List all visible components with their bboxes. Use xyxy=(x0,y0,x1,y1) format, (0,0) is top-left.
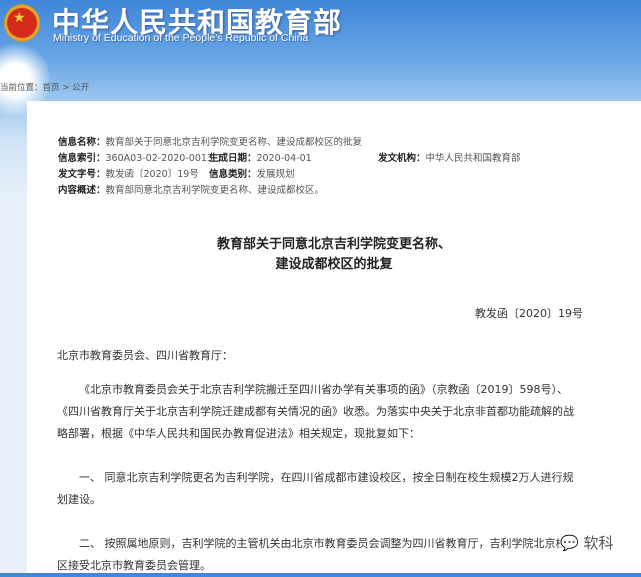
meta-label: 发文字号： xyxy=(58,169,106,180)
meta-docno: 教发函〔2020〕19号 xyxy=(105,169,199,180)
breadcrumb-current[interactable]: 公开 xyxy=(72,83,89,93)
paragraph: 《北京市教育委员会关于北京吉利学院搬迁至四川省办学有关事项的函》（京教函〔201… xyxy=(57,383,574,440)
meta-org: 中华人民共和国教育部 xyxy=(425,153,521,164)
document-title: 教育部关于同意北京吉利学院变更名称、 建设成都校区的批复 xyxy=(27,235,641,275)
paragraph: 二、 按照属地原则，吉利学院的主管机关由北京市教育委员会调整为四川省教育厅，吉利… xyxy=(57,537,567,572)
site-subtitle: Ministry of Education of the People's Re… xyxy=(53,32,309,44)
title-line: 建设成都校区的批复 xyxy=(275,257,393,272)
addressee: 北京市教育委员会、四川省教育厅： xyxy=(57,349,233,362)
title-line: 教育部关于同意北京吉利学院变更名称、 xyxy=(216,237,451,252)
watermark: 💬 软科 xyxy=(560,532,614,553)
meta-label: 生成日期： xyxy=(209,153,257,164)
document-body: 北京市教育委员会、四川省教育厅： 《北京市教育委员会关于北京吉利学院搬迁至四川省… xyxy=(57,345,577,577)
meta-name: 教育部关于同意北京吉利学院变更名称、建设成都校区的批复 xyxy=(105,137,363,148)
breadcrumb-sep: > xyxy=(62,83,70,93)
meta-label: 信息索引： xyxy=(58,153,106,164)
breadcrumb: 当前位置：首页 > 公开 xyxy=(0,81,89,93)
document-number: 教发函〔2020〕19号 xyxy=(475,307,583,320)
paragraph: 一、 同意北京吉利学院更名为吉利学院，在四川省成都市建设校区，按全日制在校生规模… xyxy=(57,471,574,506)
meta-label: 信息类别： xyxy=(209,169,257,180)
meta-label: 发文机构： xyxy=(378,153,426,164)
meta-label: 内容概述： xyxy=(58,185,106,196)
content-panel: 信息名称：教育部关于同意北京吉利学院变更名称、建设成都校区的批复 信息索引：36… xyxy=(27,101,641,573)
breadcrumb-label: 当前位置： xyxy=(0,83,43,93)
meta-category: 发展规划 xyxy=(256,169,295,180)
meta-date: 2020-04-01 xyxy=(256,153,312,164)
meta-index: 360A03-02-2020-0013-1 xyxy=(105,153,223,164)
meta-label: 信息名称： xyxy=(58,137,106,148)
national-emblem-icon: ★ xyxy=(4,4,40,42)
watermark-text: 软科 xyxy=(583,534,614,552)
meta-summary: 教育部同意北京吉利学院变更名称、建设成都校区。 xyxy=(105,185,325,196)
meta-table: 信息名称：教育部关于同意北京吉利学院变更名称、建设成都校区的批复 信息索引：36… xyxy=(58,135,521,199)
breadcrumb-home[interactable]: 首页 xyxy=(43,83,60,93)
